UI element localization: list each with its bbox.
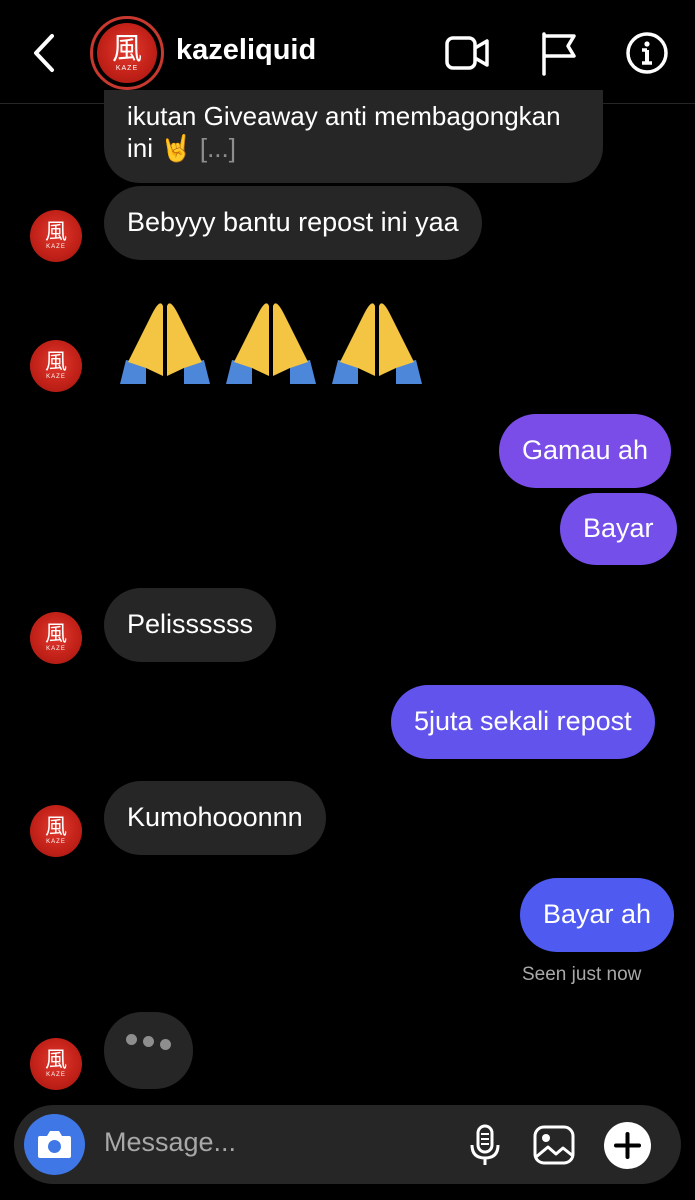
seen-status: Seen just now (522, 964, 642, 985)
incoming-message[interactable]: Bebyyy bantu repost ini yaa (104, 186, 482, 260)
avatar-kanji: 風 (44, 622, 67, 647)
outgoing-message[interactable]: Bayar ah (520, 878, 675, 952)
avatar-brand: KAZE (115, 64, 139, 72)
quoted-text-2: ini 🤘 (127, 133, 193, 163)
quoted-ellipsis: [...] (199, 133, 236, 163)
emoji-message[interactable]: 🙏🙏🙏 (108, 292, 426, 390)
typing-dot (126, 1034, 137, 1045)
back-icon[interactable] (30, 30, 60, 76)
avatar-kanji: 風 (44, 350, 67, 375)
info-icon[interactable] (624, 30, 670, 76)
message-text: Kumohooonnn (127, 802, 303, 832)
avatar[interactable]: 風 KAZE (30, 340, 82, 392)
outgoing-message[interactable]: Bayar (560, 493, 677, 565)
typing-dot (160, 1039, 171, 1050)
avatar-kanji: 風 (44, 1048, 67, 1073)
folded-hands-icon (120, 303, 210, 384)
avatar[interactable]: 風 KAZE (30, 1038, 82, 1090)
camera-icon (38, 1131, 71, 1158)
message-text: Bayar ah (543, 899, 652, 929)
avatar[interactable]: 風 KAZE (30, 805, 82, 857)
header-avatar[interactable]: 風 KAZE (90, 16, 164, 90)
flag-icon[interactable] (536, 30, 582, 76)
typing-indicator (104, 1012, 193, 1089)
video-call-icon[interactable] (444, 30, 490, 76)
chat-header: 風 KAZE kazeliquid (0, 0, 695, 104)
message-text: Gamau ah (522, 435, 649, 465)
camera-button[interactable] (24, 1114, 85, 1175)
username[interactable]: kazeliquid (176, 34, 316, 67)
avatar-kanji: 風 (44, 815, 67, 840)
avatar-brand: KAZE (46, 1072, 66, 1078)
avatar-brand: KAZE (46, 244, 66, 250)
message-text: 5juta sekali repost (414, 706, 632, 736)
plus-button[interactable] (604, 1122, 651, 1169)
message-text: Bebyyy bantu repost ini yaa (127, 207, 459, 237)
plus-icon (614, 1132, 641, 1159)
folded-hands-icon (332, 303, 422, 384)
avatar[interactable]: 風 KAZE (30, 210, 82, 262)
message-composer: Message... (14, 1105, 681, 1184)
message-text: Pelissssss (127, 609, 254, 639)
gallery-icon[interactable] (532, 1123, 576, 1167)
incoming-message[interactable]: Kumohooonnn (104, 781, 326, 855)
avatar-kanji: 風 (44, 220, 67, 245)
outgoing-message[interactable]: 5juta sekali repost (391, 685, 655, 759)
message-input[interactable]: Message... (104, 1127, 236, 1158)
quoted-message[interactable]: ikutan Giveaway anti membagongkan ini 🤘 … (104, 90, 603, 183)
avatar-brand: KAZE (46, 646, 66, 652)
outgoing-message[interactable]: Gamau ah (499, 414, 672, 488)
incoming-message[interactable]: Pelissssss (104, 588, 277, 662)
avatar-brand: KAZE (46, 374, 66, 380)
avatar-kanji: 風 (112, 31, 142, 67)
avatar-brand: KAZE (46, 839, 66, 845)
folded-hands-icon (226, 303, 316, 384)
message-text: Bayar (583, 513, 654, 543)
microphone-icon[interactable] (463, 1123, 507, 1167)
quoted-text: ikutan Giveaway anti membagongkan (127, 101, 561, 131)
typing-dot (143, 1036, 154, 1047)
avatar[interactable]: 風 KAZE (30, 612, 82, 664)
